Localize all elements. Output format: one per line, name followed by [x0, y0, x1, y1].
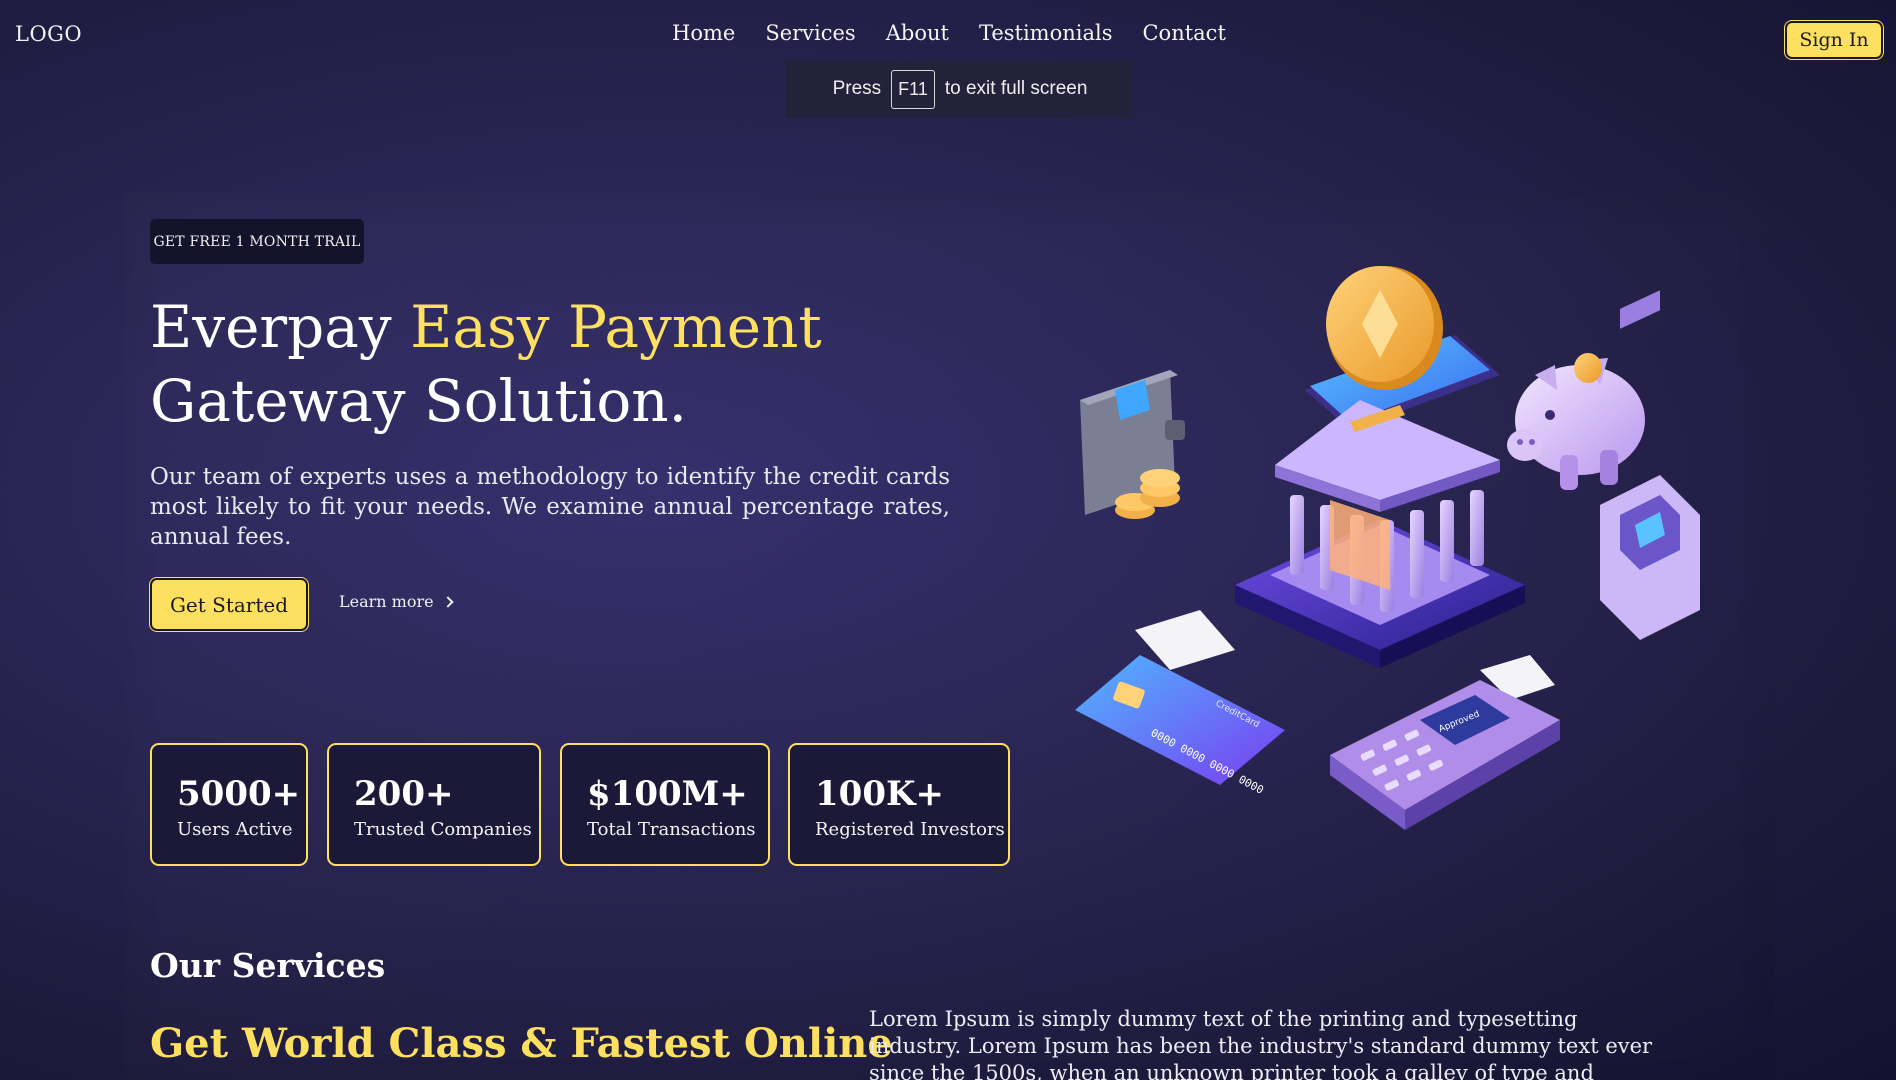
services-description: Lorem Ipsum is simply dummy text of the … — [869, 1007, 1653, 1080]
bank-building-icon — [1235, 400, 1525, 668]
learn-more-label: Learn more — [339, 592, 434, 611]
hero-title-part1: Everpay — [150, 293, 411, 361]
hero-title-part2: Gateway Solution. — [150, 367, 688, 435]
hero-description: Our team of experts uses a methodology t… — [150, 464, 950, 550]
nav-contact[interactable]: Contact — [1142, 21, 1225, 45]
stat-value: 200+ — [354, 774, 454, 814]
stat-card-companies: 200+ Trusted Companies — [327, 743, 541, 866]
stat-card-users: 5000+ Users Active — [150, 743, 308, 866]
stat-label: Users Active — [177, 819, 293, 840]
stat-card-investors: 100K+ Registered Investors — [788, 743, 1010, 866]
hero-title-accent: Easy Payment — [410, 293, 822, 361]
learn-more-link[interactable]: Learn more — [339, 592, 454, 611]
fullscreen-notice: Press F11 to exit full screen — [786, 60, 1134, 118]
free-trial-badge: GET FREE 1 MONTH TRAIL — [150, 219, 364, 264]
main-nav: Home Services About Testimonials Contact — [672, 21, 1226, 45]
payment-illustration: 0000 0000 0000 0000 CreditCard Approved — [1075, 266, 1700, 830]
stat-value: 5000+ — [177, 774, 301, 814]
stat-value: 100K+ — [815, 774, 945, 814]
get-started-button[interactable]: Get Started — [150, 578, 308, 631]
services-title: Our Services — [150, 946, 386, 985]
credit-card-icon: 0000 0000 0000 0000 CreditCard — [1075, 610, 1285, 797]
nav-home[interactable]: Home — [672, 21, 735, 45]
fullscreen-notice-text-after: to exit full screen — [944, 78, 1088, 99]
services-subtitle: Get World Class & Fastest Online — [150, 1020, 893, 1067]
piggy-bank-icon — [1507, 353, 1645, 490]
fullscreen-notice-text-before: Press — [832, 78, 882, 99]
stat-label: Total Transactions — [587, 819, 756, 840]
stat-value: $100M+ — [587, 774, 748, 814]
nav-services[interactable]: Services — [765, 21, 855, 45]
pos-terminal-icon: Approved — [1330, 655, 1560, 830]
stat-card-transactions: $100M+ Total Transactions — [560, 743, 770, 866]
sign-in-button[interactable]: Sign In — [1785, 21, 1883, 59]
chevron-right-icon — [441, 595, 454, 608]
stat-label: Registered Investors — [815, 819, 1005, 840]
nav-testimonials[interactable]: Testimonials — [979, 21, 1113, 45]
logo[interactable]: LOGO — [15, 22, 82, 46]
stat-label: Trusted Companies — [354, 819, 532, 840]
hero-title: Everpay Easy Payment Gateway Solution. — [150, 290, 950, 438]
nav-about[interactable]: About — [886, 21, 949, 45]
f11-key: F11 — [891, 69, 935, 109]
gold-coin-icon — [1326, 266, 1443, 390]
